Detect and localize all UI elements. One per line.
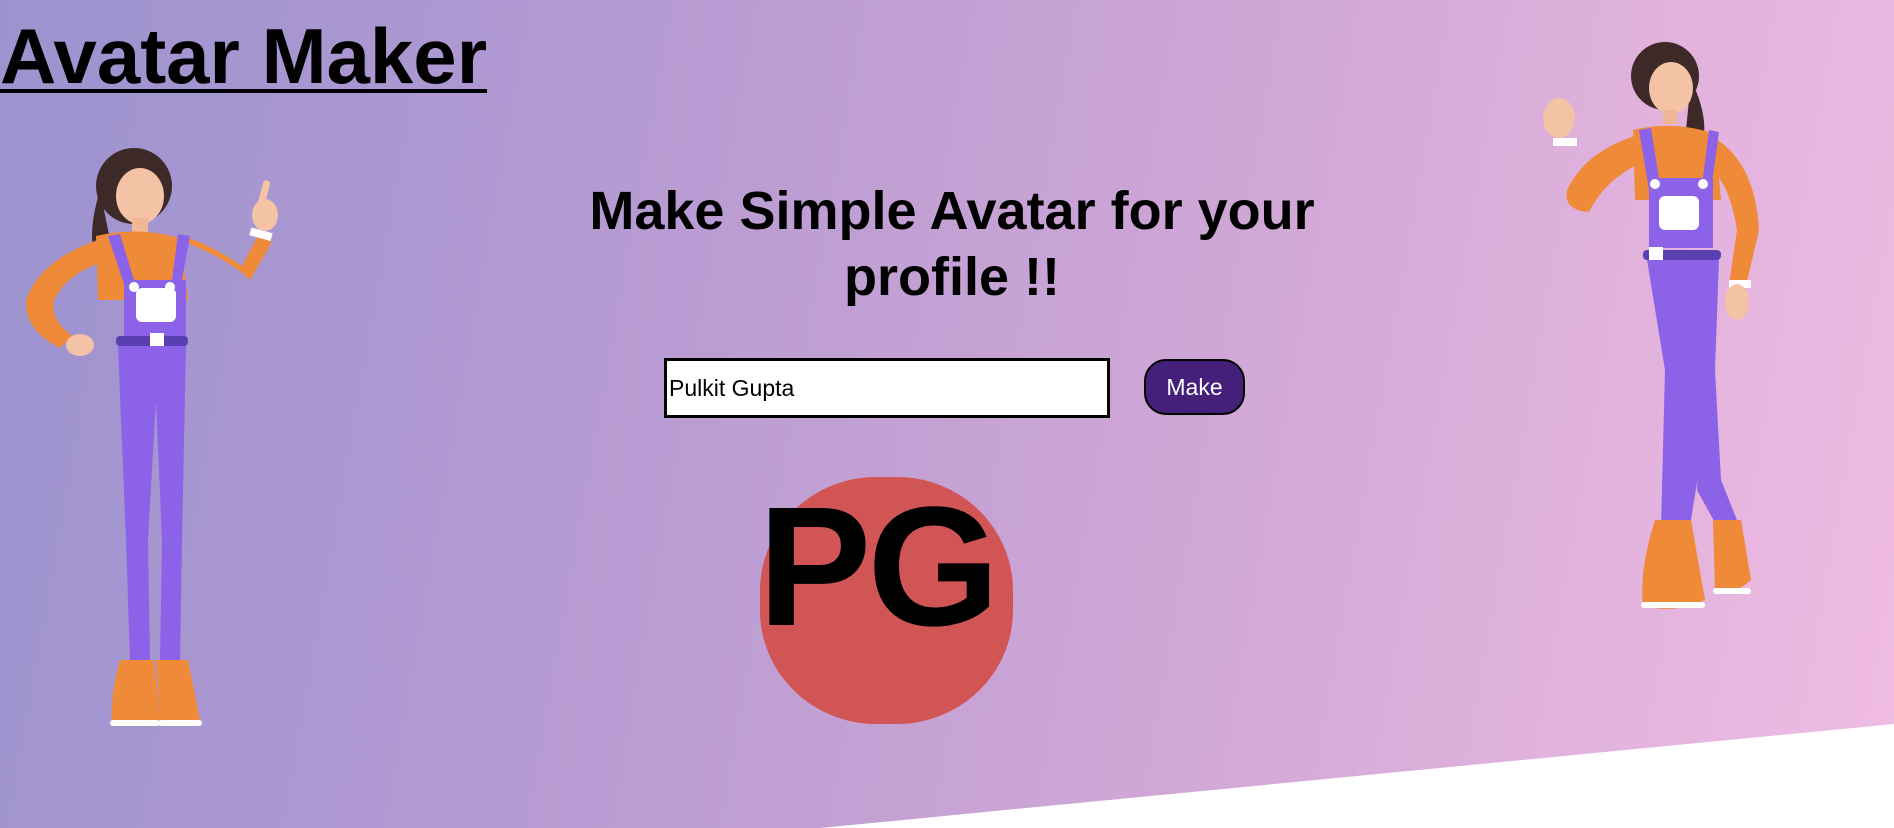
- make-button[interactable]: Make: [1144, 359, 1245, 415]
- page-heading: Make Simple Avatar for your profile !!: [589, 181, 1315, 307]
- pointing-woman-illustration-icon: [25, 148, 278, 726]
- waving-woman-illustration-icon: [1543, 42, 1759, 609]
- avatar-initials: PG: [758, 472, 1000, 662]
- avatar-preview: PG: [758, 472, 1013, 724]
- app-title: Avatar Maker: [0, 12, 488, 100]
- name-input[interactable]: [664, 358, 1110, 418]
